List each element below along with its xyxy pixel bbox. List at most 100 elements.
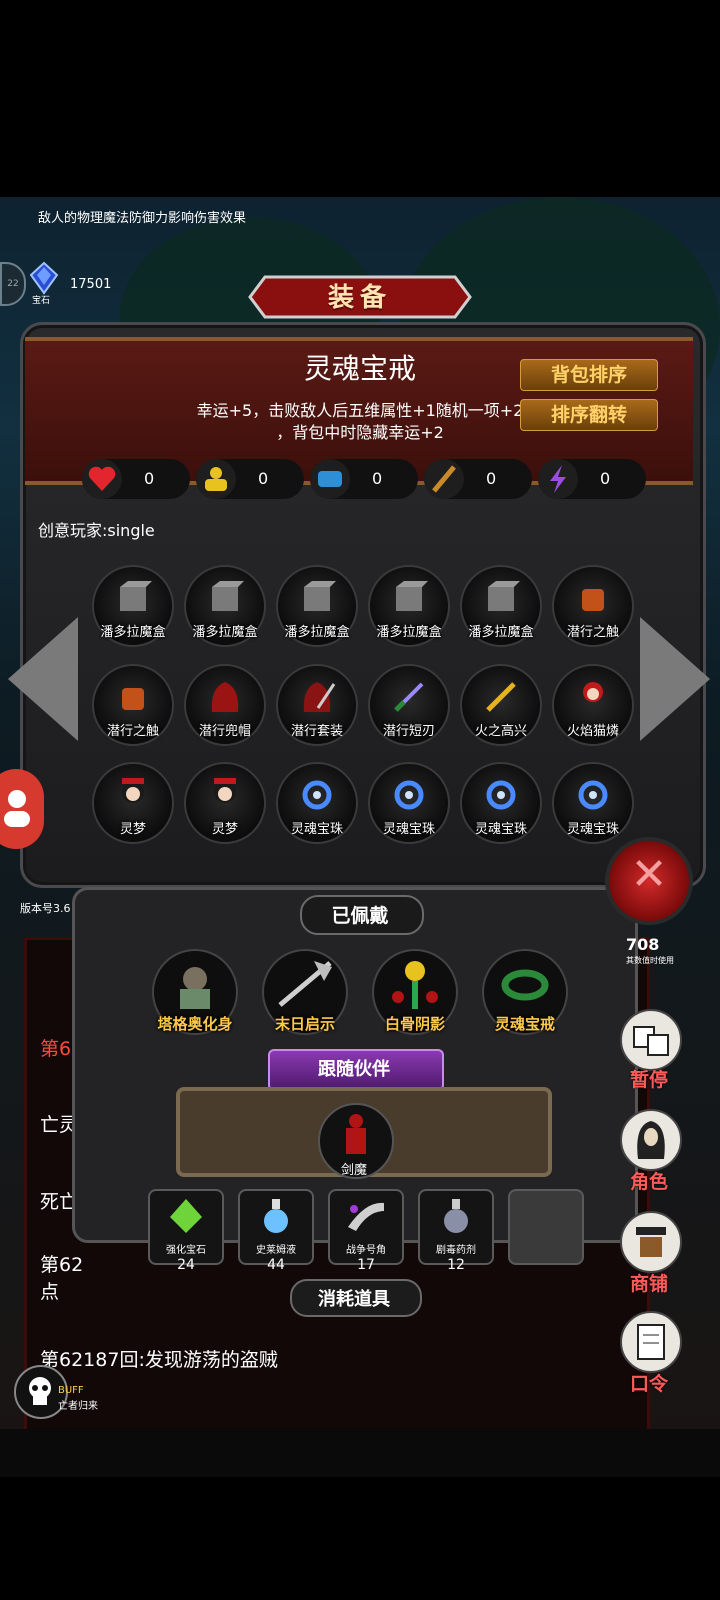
worn-slot[interactable]: 塔格奥化身 (152, 949, 238, 1035)
inventory-item-label: 灵梦 (211, 822, 238, 837)
equipment-title-banner: 装备 (245, 267, 475, 327)
dice-icon (633, 1026, 669, 1056)
agility-icon (424, 459, 464, 499)
sort-bag-button[interactable]: 背包排序 (520, 359, 658, 391)
worn-item-label: 末日启示 (274, 1015, 335, 1033)
worn-slot[interactable]: 末日启示 (262, 949, 348, 1035)
worn-title: 已佩戴 (331, 905, 389, 927)
log-line: 第62187回:发现游荡的盗贼 (40, 1349, 278, 1371)
inventory-slot[interactable]: 灵魂宝珠 (552, 762, 634, 844)
gem-badge: 22 (0, 262, 26, 306)
beast-avatar-icon (180, 967, 210, 1009)
skull-icon (29, 1377, 51, 1405)
inventory-slot[interactable]: 潘多拉魔盒 (184, 565, 266, 647)
poison-icon (444, 1199, 468, 1233)
companion-title: 跟随伙伴 (318, 1059, 390, 1080)
inventory-slot[interactable]: 灵魂宝珠 (460, 762, 542, 844)
box-icon (488, 581, 520, 611)
inventory-item-label: 灵魂宝珠 (474, 822, 527, 837)
box-icon (212, 581, 244, 611)
code-button[interactable] (620, 1311, 682, 1373)
log-line: 点 (40, 1281, 60, 1303)
inventory-slot[interactable]: 灵魂宝珠 (276, 762, 358, 844)
character-button[interactable] (620, 1109, 682, 1171)
stat-value: 0 (372, 469, 383, 488)
inventory-item-label: 潜行兜帽 (198, 724, 251, 739)
box-icon (396, 581, 428, 611)
stat-strength: 0 (196, 459, 304, 499)
worn-item-label: 塔格奥化身 (157, 1015, 233, 1033)
inventory-slot[interactable]: 灵梦 (184, 762, 266, 844)
inventory-item-label: 潘多拉魔盒 (376, 625, 442, 640)
fire-sword-icon (486, 682, 516, 712)
inventory-item-label: 灵魂宝珠 (382, 822, 435, 837)
inventory-slot[interactable]: 灵梦 (92, 762, 174, 844)
inventory-slot[interactable]: 火焰猫燐 (552, 664, 634, 746)
inventory-slot[interactable]: 潘多拉魔盒 (92, 565, 174, 647)
score-value: 708 (626, 935, 660, 954)
prev-page-arrow-icon[interactable] (8, 617, 78, 741)
consumable-slot[interactable]: 强化宝石 24 (148, 1189, 224, 1273)
player-avatar-button[interactable] (0, 769, 44, 849)
code-label[interactable]: 口令 (612, 1369, 686, 1396)
inventory-slot[interactable]: 潘多拉魔盒 (276, 565, 358, 647)
inventory-item-label: 潜行短刃 (382, 724, 435, 739)
horn-icon (348, 1202, 384, 1231)
inventory-slot[interactable]: 潜行短刃 (368, 664, 450, 746)
consumable-slot[interactable]: 剧毒药剂 12 (418, 1189, 494, 1273)
consumable-count: 24 (177, 1257, 195, 1273)
selected-item-desc: 幸运+5，击败敌人后五维属性+1随机一项+2 (196, 401, 524, 420)
inventory-slot[interactable]: 火之高兴 (460, 664, 542, 746)
box-icon (120, 581, 152, 611)
inventory-slot[interactable]: 潘多拉魔盒 (460, 565, 542, 647)
consumable-count: 44 (267, 1257, 285, 1273)
dagger-icon (394, 682, 424, 712)
shop-icon (636, 1227, 666, 1257)
empty-consumable-slot[interactable] (508, 1189, 584, 1265)
inventory-item-label: 潜行套装 (290, 724, 343, 739)
inventory-slot[interactable]: 潜行兜帽 (184, 664, 266, 746)
pause-button[interactable] (620, 1009, 682, 1071)
reverse-sort-button[interactable]: 排序翻转 (520, 399, 658, 431)
shop-button[interactable] (620, 1211, 682, 1273)
inventory-slot[interactable]: 潜行套装 (276, 664, 358, 746)
consumable-count: 12 (447, 1257, 465, 1273)
soul-orb-icon (302, 780, 332, 810)
game-screen: 敌人的物理魔法防御力影响伤害效果 22 宝石 17501 第62 亡灵 死亡 第… (0, 197, 720, 1477)
worn-slot[interactable]: 白骨阴影 (372, 949, 458, 1035)
inventory-item-label: 火之高兴 (474, 724, 527, 739)
inventory-item-label: 潘多拉魔盒 (468, 625, 534, 640)
close-icon: ✕ (630, 849, 668, 900)
axe-icon (278, 961, 332, 1007)
inventory-item-label: 潜行之触 (106, 724, 159, 739)
version-label: 版本号3.6 (20, 902, 71, 915)
worn-slot[interactable]: 灵魂宝戒 (482, 949, 568, 1035)
worn-item-label: 白骨阴影 (384, 1015, 445, 1033)
buff-sub-label: 亡者归来 (58, 1401, 98, 1412)
next-page-arrow-icon[interactable] (640, 617, 710, 741)
sword-demon-icon (346, 1114, 366, 1154)
character-label[interactable]: 角色 (612, 1167, 686, 1194)
selected-item-desc-cont: ，背包中时隐藏幸运+2 (276, 423, 444, 442)
inventory-slot[interactable]: 潘多拉魔盒 (368, 565, 450, 647)
cat-girl-icon (583, 682, 603, 702)
shop-label[interactable]: 商铺 (612, 1269, 686, 1296)
creator-label: 创意玩家:single (38, 521, 155, 540)
consumables-title: 消耗道具 (318, 1289, 390, 1310)
stat-agility: 0 (424, 459, 532, 499)
hooded-figure-icon (637, 1121, 665, 1159)
buff-label: BUFF (58, 1385, 84, 1396)
consumable-slot[interactable]: 史莱姆液 44 (238, 1189, 314, 1273)
gem-label: 宝石 (32, 296, 51, 306)
shrine-maiden-icon (122, 778, 144, 803)
inventory-slot[interactable]: 潜行之触 (552, 565, 634, 647)
pause-label[interactable]: 暂停 (612, 1065, 686, 1092)
hood-icon (211, 682, 239, 712)
inventory-slot[interactable]: 潜行之触 (92, 664, 174, 746)
consumable-slot[interactable]: 战争号角 17 (328, 1189, 404, 1273)
stat-magic: 0 (538, 459, 646, 499)
close-button[interactable]: ✕ (605, 837, 693, 925)
inventory-slot[interactable]: 灵魂宝珠 (368, 762, 450, 844)
consumable-label: 战争号角 (346, 1245, 386, 1256)
stat-value: 0 (144, 469, 155, 488)
